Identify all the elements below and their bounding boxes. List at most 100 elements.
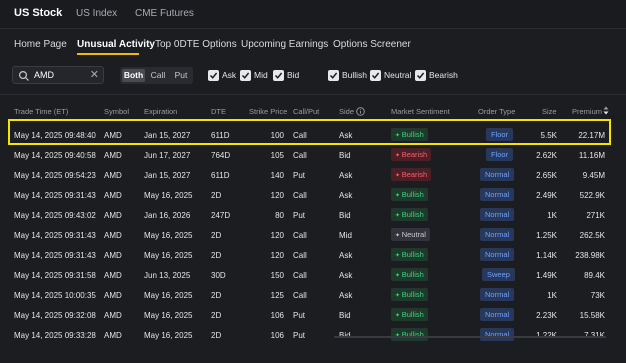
tab-upcoming-earnings[interactable]: Upcoming Earnings xyxy=(241,39,328,50)
search-input[interactable] xyxy=(34,68,86,82)
side-cell: Bid xyxy=(339,311,351,320)
dte-cell: 2D xyxy=(211,251,222,260)
premium-cell: 73K xyxy=(590,291,605,300)
tab-us-stock[interactable]: US Stock xyxy=(14,7,62,19)
checkbox-ask[interactable]: Ask xyxy=(208,70,236,81)
checkbox-bid[interactable]: Bid xyxy=(273,70,301,81)
premium-cell: 9.45M xyxy=(582,171,605,180)
size-cell: 1.49K xyxy=(536,271,557,280)
premium-cell: 262.5K xyxy=(579,231,605,240)
column-header-premium[interactable]: Premium xyxy=(572,107,602,116)
expiration-cell: May 16, 2025 xyxy=(144,191,193,200)
table-row[interactable]: May 14, 2025 10:00:35 AMD May 16, 2025 2D Ca… xyxy=(0,285,626,305)
sentiment-label: Bullish xyxy=(401,190,424,199)
table-row[interactable]: May 14, 2025 09:43:02 AMD Jan 16, 2026 247D… xyxy=(0,205,626,225)
dte-cell: 2D xyxy=(211,331,222,340)
sentiment-label: Bullish xyxy=(401,250,424,259)
symbol-cell: AMD xyxy=(104,311,122,320)
close-icon[interactable]: ✕ xyxy=(90,68,99,82)
symbol-cell: AMD xyxy=(104,291,122,300)
expiration-cell: May 16, 2025 xyxy=(144,331,193,340)
column-header-size[interactable]: Size xyxy=(542,107,557,116)
call-put-toggle: Both Call Put xyxy=(120,67,193,84)
segment-call[interactable]: Call xyxy=(147,69,169,82)
premium-cell: 11.16M xyxy=(578,151,605,160)
checkbox-label: Bearish xyxy=(429,70,458,80)
checkbox-checked-icon xyxy=(415,70,426,81)
side-cell: Bid xyxy=(339,151,351,160)
strike-price-cell: 150 xyxy=(270,271,284,280)
column-header-market-sentiment[interactable]: Market Sentiment xyxy=(391,107,450,116)
table-row[interactable]: May 14, 2025 09:33:28 AMD May 16, 2025 2D Pu… xyxy=(0,325,626,345)
column-header-trade-time[interactable]: Trade Time (ET) xyxy=(14,107,68,116)
sentiment-badge: ✦ Bearish xyxy=(391,148,432,161)
order-type-badge: Normal xyxy=(480,308,515,321)
trade-time-cell: May 14, 2025 09:31:43 xyxy=(14,191,96,200)
sentiment-label: Bullish xyxy=(401,210,424,219)
info-icon[interactable] xyxy=(356,107,365,118)
checkbox-label: Ask xyxy=(222,70,237,80)
checkbox-checked-icon xyxy=(273,70,284,81)
table-row[interactable]: May 14, 2025 09:31:58 AMD Jun 13, 2025 30D C… xyxy=(0,265,626,285)
checkbox-checked-icon xyxy=(370,70,381,81)
order-type-badge: Normal xyxy=(480,228,515,241)
top-nav: US Stock US Index CME Futures xyxy=(0,0,626,29)
strike-price-cell: 140 xyxy=(270,171,284,180)
size-cell: 1.14K xyxy=(536,251,557,260)
table-row[interactable]: May 14, 2025 09:32:08 AMD May 16, 2025 2D Pu… xyxy=(0,305,626,325)
tab-us-index[interactable]: US Index xyxy=(76,8,117,19)
checkbox-mid[interactable]: Mid xyxy=(240,70,270,81)
tab-unusual-activity[interactable]: Unusual Activity xyxy=(77,39,155,50)
trade-time-cell: May 14, 2025 09:40:58 xyxy=(14,151,96,160)
horizontal-scrollbar[interactable] xyxy=(334,336,606,338)
column-header-symbol[interactable]: Symbol xyxy=(104,107,129,116)
table-row[interactable]: May 14, 2025 09:40:58 AMD Jun 17, 2027 764D… xyxy=(0,145,626,165)
trade-time-cell: May 14, 2025 09:31:58 xyxy=(14,271,96,280)
table-row[interactable]: May 14, 2025 09:31:43 AMD May 16, 2025 2D Ca… xyxy=(0,225,626,245)
column-header-strike-price[interactable]: Strike Price xyxy=(249,107,287,116)
trade-time-cell: May 14, 2025 09:54:23 xyxy=(14,171,96,180)
table-row[interactable]: May 14, 2025 09:31:43 AMD May 16, 2025 2D Ca… xyxy=(0,185,626,205)
tab-options-screener[interactable]: Options Screener xyxy=(333,39,411,50)
sentiment-badge: ✦ Bullish xyxy=(391,208,428,221)
size-cell: 1.25K xyxy=(536,231,557,240)
sentiment-badge: ✦ Bullish xyxy=(391,308,428,321)
column-header-order-type[interactable]: Order Type xyxy=(478,107,515,116)
strike-price-cell: 105 xyxy=(270,151,284,160)
size-cell: 2.49K xyxy=(536,191,557,200)
column-header-call-put[interactable]: Call/Put xyxy=(293,107,319,116)
dte-cell: 611D xyxy=(211,171,230,180)
column-header-dte[interactable]: DTE xyxy=(211,107,226,116)
premium-cell: 522.9K xyxy=(579,191,605,200)
sort-icon[interactable] xyxy=(603,106,609,117)
tab-cme-futures[interactable]: CME Futures xyxy=(135,8,194,19)
expiration-cell: May 16, 2025 xyxy=(144,311,193,320)
sentiment-badge: ✦ Bullish xyxy=(391,248,428,261)
column-header-expiration[interactable]: Expiration xyxy=(144,107,177,116)
tab-top-0dte-options[interactable]: Top 0DTE Options xyxy=(155,39,237,50)
checkbox-neutral[interactable]: Neutral xyxy=(370,70,412,81)
size-cell: 2.23K xyxy=(536,311,557,320)
size-cell: 1K xyxy=(547,291,557,300)
tab-home-page[interactable]: Home Page xyxy=(14,39,67,50)
symbol-cell: AMD xyxy=(104,191,122,200)
checkbox-checked-icon xyxy=(240,70,251,81)
premium-cell: 89.4K xyxy=(584,271,605,280)
segment-put[interactable]: Put xyxy=(171,69,191,82)
table-row[interactable]: May 14, 2025 09:31:43 AMD May 16, 2025 2D Ca… xyxy=(0,245,626,265)
segment-both[interactable]: Both xyxy=(122,69,145,82)
side-cell: Ask xyxy=(339,251,353,260)
symbol-cell: AMD xyxy=(104,331,122,340)
table-row[interactable]: May 14, 2025 09:54:23 AMD Jan 15, 2027 611D… xyxy=(0,165,626,185)
sentiment-label: Bullish xyxy=(401,310,424,319)
column-header-side[interactable]: Side xyxy=(339,107,354,116)
checkbox-bullish[interactable]: Bullish xyxy=(328,70,368,81)
order-type-badge: Normal xyxy=(480,168,515,181)
checkbox-checked-icon xyxy=(208,70,219,81)
sentiment-icon: ✦ xyxy=(395,153,402,159)
highlight-box xyxy=(8,119,611,145)
symbol-cell: AMD xyxy=(104,151,122,160)
checkbox-bearish[interactable]: Bearish xyxy=(415,70,458,81)
call-put-cell: Put xyxy=(293,171,306,180)
expiration-cell: Jan 15, 2027 xyxy=(144,171,191,180)
